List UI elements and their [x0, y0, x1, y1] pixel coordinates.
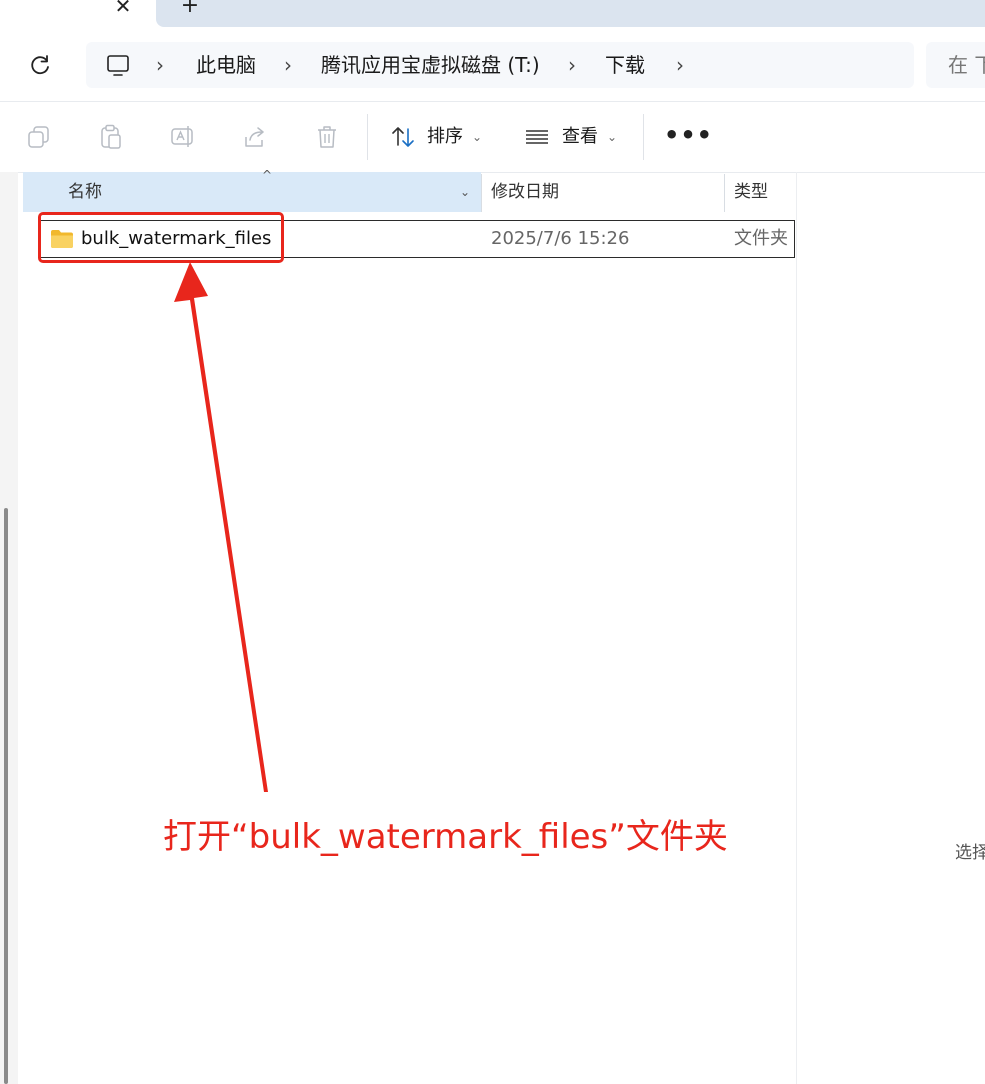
- annotation-highlight-box: [38, 212, 284, 263]
- breadcrumb-downloads[interactable]: 下载: [605, 42, 645, 88]
- toolbar-separator: [643, 114, 644, 160]
- share-icon[interactable]: [242, 124, 268, 150]
- sort-ascending-icon: ^: [262, 168, 273, 182]
- close-tab-icon[interactable]: ✕: [111, 0, 135, 18]
- sort-icon[interactable]: [390, 124, 416, 150]
- breadcrumb-chevron-icon[interactable]: ›: [156, 42, 164, 88]
- column-divider[interactable]: [724, 174, 725, 212]
- scrollbar-track[interactable]: [0, 172, 18, 1084]
- breadcrumb-chevron-icon[interactable]: ›: [676, 42, 684, 88]
- chevron-down-icon[interactable]: ⌄: [607, 124, 617, 150]
- view-icon[interactable]: [524, 124, 550, 150]
- view-button[interactable]: 查看: [562, 124, 598, 150]
- file-type: 文件夹: [734, 228, 788, 249]
- file-modified: 2025/7/6 15:26: [491, 228, 630, 249]
- column-filter-chevron-icon[interactable]: ⌄: [460, 172, 470, 212]
- breadcrumb-drive[interactable]: 腾讯应用宝虚拟磁盘 (T:): [321, 42, 540, 88]
- paste-icon[interactable]: [98, 124, 124, 150]
- search-placeholder: 在 下: [948, 53, 985, 77]
- more-options-button[interactable]: •••: [664, 122, 713, 148]
- toolbar-separator: [367, 114, 368, 160]
- new-tab-icon[interactable]: +: [178, 0, 202, 18]
- annotation-text: 打开“bulk_watermark_files”文件夹: [163, 817, 728, 857]
- sort-button[interactable]: 排序: [427, 124, 463, 150]
- delete-icon[interactable]: [314, 124, 340, 150]
- annotation-arrow: [174, 262, 268, 792]
- column-divider[interactable]: [481, 174, 482, 212]
- copy-icon[interactable]: [26, 124, 52, 150]
- column-type-label[interactable]: 类型: [734, 172, 768, 212]
- rename-icon[interactable]: [170, 124, 196, 150]
- breadcrumb-this-pc[interactable]: 此电脑: [196, 42, 256, 88]
- breadcrumb-chevron-icon[interactable]: ›: [284, 42, 292, 88]
- scrollbar-thumb[interactable]: [4, 508, 8, 1084]
- command-bar: [0, 101, 985, 173]
- tab-bar-background: [156, 0, 985, 27]
- column-modified-label[interactable]: 修改日期: [491, 172, 559, 212]
- chevron-down-icon[interactable]: ⌄: [472, 124, 482, 150]
- details-pane-hint: 选择: [955, 843, 985, 863]
- column-name-label[interactable]: 名称: [68, 172, 102, 212]
- breadcrumb-chevron-icon[interactable]: ›: [568, 42, 576, 88]
- details-pane-divider: [796, 172, 797, 1084]
- this-pc-icon[interactable]: [104, 52, 132, 80]
- refresh-icon[interactable]: [26, 52, 54, 80]
